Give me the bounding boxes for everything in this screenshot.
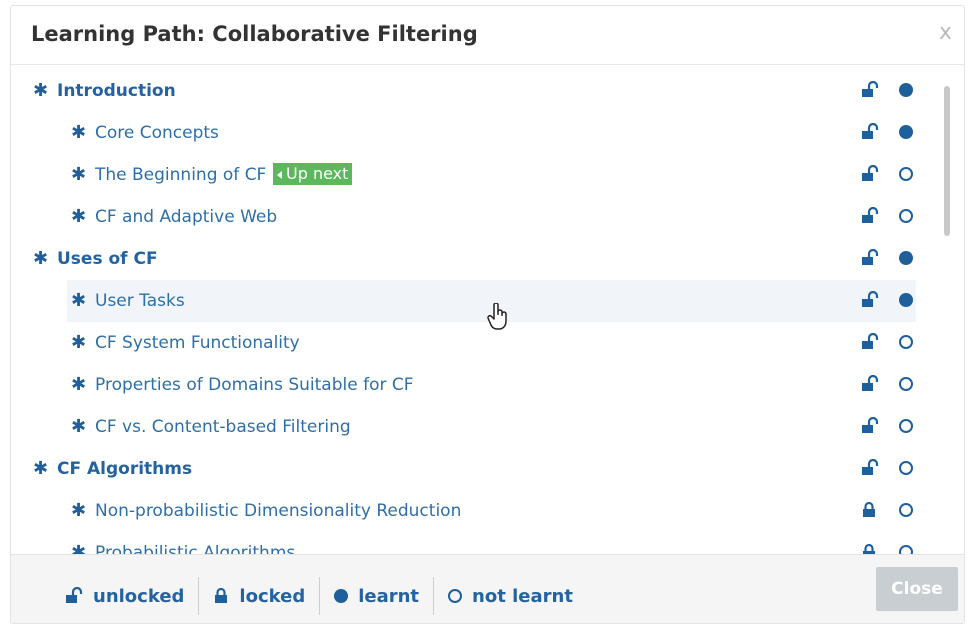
empty-circle-icon [899,377,913,391]
locked-icon [215,587,228,603]
section-label[interactable]: Uses of CF [57,249,158,269]
unlocked-icon [861,206,879,225]
learnt-status [899,461,915,477]
asterisk-icon: ✱ [71,500,87,521]
dialog-header: Learning Path: Collaborative Filtering x [11,6,964,65]
topic-label[interactable]: CF System Functionality [95,333,300,353]
unlocked-icon [861,290,879,309]
unlocked-icon [861,164,879,183]
locked-icon [861,501,879,519]
empty-circle-icon [448,589,463,603]
topic-row[interactable]: ✱ CF System Functionality [11,322,916,364]
topic-row[interactable]: ✱ The Beginning of CF Up next [11,154,916,196]
learnt-status [899,209,915,225]
unlocked-icon [66,587,83,603]
asterisk-icon: ✱ [71,290,87,311]
close-button[interactable]: Close [876,567,958,611]
topic-label[interactable]: CF and Adaptive Web [95,207,277,227]
legend-locked: locked [199,586,319,607]
caret-left-icon [277,170,282,179]
asterisk-icon: ✱ [71,374,87,395]
topic-row[interactable]: ✱ Properties of Domains Suitable for CF [11,364,916,406]
legend-not-learnt-label: not learnt [472,585,573,607]
asterisk-icon: ✱ [33,458,49,479]
topic-label[interactable]: Properties of Domains Suitable for CF [95,375,414,395]
section-label[interactable]: Introduction [57,81,176,101]
topic-row[interactable]: ✱ Non-probabilistic Dimensionality Reduct… [11,490,916,532]
section-label[interactable]: CF Algorithms [57,459,192,479]
section-row[interactable]: ✱ Uses of CF [11,238,916,280]
legend-unlocked-label: unlocked [93,585,185,607]
filled-circle-icon [899,251,913,265]
section-row[interactable]: ✱ CF Algorithms [11,448,916,490]
legend-learnt-label: learnt [358,585,420,607]
learnt-status [899,293,915,309]
topic-label[interactable]: CF vs. Content-based Filtering [95,417,351,437]
learnt-status [899,167,915,183]
topic-label[interactable]: Core Concepts [95,123,219,143]
unlocked-icon [861,248,879,267]
asterisk-icon: ✱ [71,332,87,353]
legend-learnt: learnt [320,586,433,607]
learnt-status [899,377,915,393]
close-icon[interactable]: x [939,20,952,45]
learnt-status [899,503,915,519]
empty-circle-icon [899,335,913,349]
legend: unlocked locked learnt not learnt [51,577,587,615]
topic-label[interactable]: Non-probabilistic Dimensionality Reducti… [95,501,461,521]
asterisk-icon: ✱ [71,122,87,143]
unlocked-icon [861,332,879,351]
legend-not-learnt: not learnt [434,586,587,607]
legend-unlocked: unlocked [51,586,198,607]
topic-row[interactable]: ✱ CF vs. Content-based Filtering [11,406,916,448]
empty-circle-icon [899,461,913,475]
topic-row[interactable]: ✱ Core Concepts [11,112,916,154]
empty-circle-icon [899,503,913,517]
dialog-title: Learning Path: Collaborative Filtering [31,22,478,46]
legend-locked-label: locked [239,585,306,607]
learnt-status [899,419,915,435]
section-row[interactable]: ✱ Introduction [11,70,916,112]
filled-circle-icon [899,83,913,97]
learnt-status [899,251,915,267]
learnt-status [899,83,915,99]
dialog-footer: unlocked locked learnt not learnt Close [11,554,964,623]
filled-circle-icon [334,589,349,603]
unlocked-icon [861,122,879,141]
unlocked-icon [861,80,879,99]
asterisk-icon: ✱ [33,248,49,269]
topic-label[interactable]: User Tasks [95,291,185,311]
up-next-label: Up next [286,164,349,183]
up-next-badge: Up next [273,163,353,185]
topic-row[interactable]: ✱ CF and Adaptive Web [11,196,916,238]
asterisk-icon: ✱ [71,416,87,437]
asterisk-icon: ✱ [71,206,87,227]
empty-circle-icon [899,419,913,433]
empty-circle-icon [899,167,913,181]
unlocked-icon [861,374,879,393]
filled-circle-icon [899,125,913,139]
learnt-status [899,125,915,141]
filled-circle-icon [899,293,913,307]
scrollbar[interactable] [944,86,950,236]
asterisk-icon: ✱ [33,80,49,101]
learnt-status [899,335,915,351]
unlocked-icon [861,416,879,435]
unlocked-icon [861,458,879,477]
hand-cursor-icon [487,303,507,330]
topic-label[interactable]: The Beginning of CF [95,165,266,185]
asterisk-icon: ✱ [71,164,87,185]
empty-circle-icon [899,209,913,223]
